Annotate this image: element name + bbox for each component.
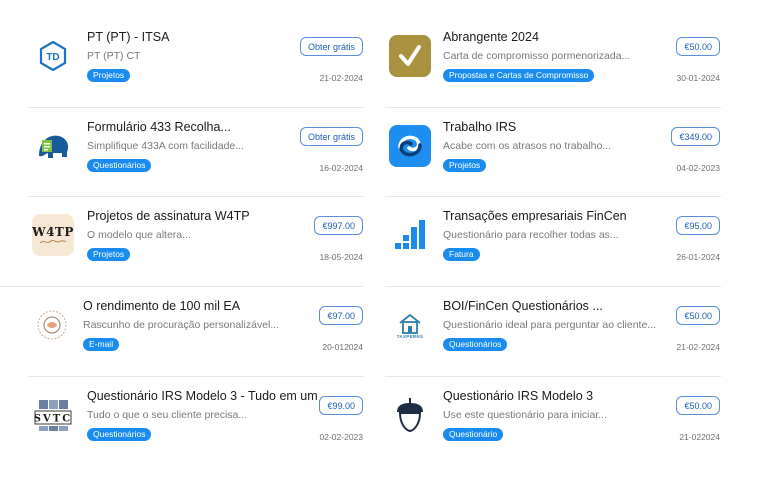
td-hexagon-icon: TD	[32, 35, 74, 77]
template-row: TD PT (PT) - ITSA PT (PT) CT Projetos Ob…	[0, 17, 768, 106]
card-date: 02-02-2023	[319, 432, 363, 442]
card-title: BOI/FinCen Questionários ...	[443, 299, 603, 313]
template-card[interactable]: Questionário IRS Modelo 3 Use este quest…	[385, 376, 721, 465]
template-row: SVTC Questionário IRS Modelo 3 - Tudo em…	[0, 376, 768, 465]
card-title: Formulário 433 Recolha...	[87, 120, 231, 134]
category-tag[interactable]: Projetos	[87, 69, 131, 82]
template-card[interactable]: Abrangente 2024 Carta de compromisso por…	[385, 17, 721, 106]
card-date: 20-012024	[322, 342, 363, 352]
card-description: PT (PT) CT	[87, 50, 141, 62]
price-button[interactable]: €99.00	[319, 396, 363, 415]
card-description: Questionário para recolher todas as...	[443, 229, 619, 241]
checkmark-icon	[389, 35, 431, 77]
price-button[interactable]: €50.00	[676, 37, 720, 56]
template-card[interactable]: TD PT (PT) - ITSA PT (PT) CT Projetos Ob…	[28, 17, 364, 106]
card-date: 04-02-2023	[676, 163, 720, 173]
price-button[interactable]: Obter grátis	[299, 127, 363, 146]
price-button[interactable]: Obter grátis	[299, 37, 363, 56]
card-date: 21-02-2024	[319, 73, 363, 83]
card-date: 21-02-2024	[676, 342, 720, 352]
template-card[interactable]: Formulário 433 Recolha... Simplifique 43…	[28, 107, 364, 196]
card-date: 16-02-2024	[319, 163, 363, 173]
card-title: Abrangente 2024	[443, 30, 539, 44]
card-description: O modelo que altera...	[87, 229, 191, 241]
category-tag[interactable]: Questionários	[87, 159, 152, 172]
house-icon: TAXPERNS	[389, 304, 431, 346]
svtc-logo: SVTC	[32, 394, 74, 436]
card-date: 26-01-2024	[676, 252, 720, 262]
category-tag[interactable]: Propostas e Cartas de Compromisso	[443, 69, 595, 82]
price-button[interactable]: €997.00	[314, 216, 363, 235]
svtc-logo-text: SVTC	[34, 414, 72, 425]
card-title: Transações empresariais FinCen	[443, 209, 627, 223]
card-date: 18-05-2024	[319, 252, 363, 262]
template-card[interactable]: O rendimento de 100 mil EA Rascunho de p…	[28, 286, 364, 375]
house-logo-text: TAXPERNS	[396, 333, 424, 339]
price-button[interactable]: €50.00	[676, 306, 720, 325]
category-tag[interactable]: Projetos	[443, 159, 487, 172]
circle-seal-icon	[31, 304, 73, 346]
swirl-icon	[389, 125, 431, 167]
template-card[interactable]: W4TP Projetos de assinatura W4TP O model…	[28, 196, 364, 285]
bar-chart-icon	[389, 214, 431, 256]
template-card[interactable]: Transações empresariais FinCen Questioná…	[385, 196, 721, 285]
card-title: Questionário IRS Modelo 3 - Tudo em um	[87, 389, 318, 403]
card-date: 30-01-2024	[676, 73, 720, 83]
card-description: Carta de compromisso pormenorizada...	[443, 50, 631, 62]
card-description: Tudo o que o seu cliente precisa...	[87, 409, 248, 421]
card-description: Simplifique 433A com facilidade...	[87, 140, 245, 152]
card-title: Trabalho IRS	[443, 120, 517, 134]
category-tag[interactable]: Fatura	[443, 248, 480, 261]
template-row: Formulário 433 Recolha... Simplifique 43…	[0, 107, 768, 196]
w4tp-logo-text: W4TP	[32, 225, 74, 239]
elephant-icon	[32, 125, 74, 167]
category-tag[interactable]: Projetos	[87, 248, 131, 261]
w4tp-logo: W4TP	[32, 214, 74, 256]
card-title: PT (PT) - ITSA	[87, 30, 170, 44]
card-title: O rendimento de 100 mil EA	[83, 299, 241, 313]
card-description: Questionário ideal para perguntar ao cli…	[443, 319, 657, 331]
price-button[interactable]: €95.00	[676, 216, 720, 235]
price-button[interactable]: €50.00	[676, 396, 720, 415]
acorn-icon	[389, 394, 431, 436]
card-date: 21-022024	[679, 432, 720, 442]
template-card[interactable]: SVTC Questionário IRS Modelo 3 - Tudo em…	[28, 376, 364, 465]
category-tag[interactable]: Questionário	[443, 428, 504, 441]
svg-text:TD: TD	[46, 52, 59, 63]
signature-scribble	[39, 240, 67, 244]
category-tag[interactable]: Questionários	[443, 338, 508, 351]
card-title: Questionário IRS Modelo 3	[443, 389, 594, 403]
card-description: Rascunho de procuração personalizável...	[83, 319, 280, 331]
template-row: O rendimento de 100 mil EA Rascunho de p…	[0, 286, 768, 375]
card-description: Acabe com os atrasos no trabalho...	[443, 140, 612, 152]
category-tag[interactable]: E-mail	[83, 338, 120, 351]
template-card[interactable]: Trabalho IRS Acabe com os atrasos no tra…	[385, 107, 721, 196]
template-row: W4TP Projetos de assinatura W4TP O model…	[0, 196, 768, 285]
card-description: Use este questionário para iniciar...	[443, 409, 608, 421]
category-tag[interactable]: Questionários	[87, 428, 152, 441]
price-button[interactable]: €349.00	[671, 127, 720, 146]
card-title: Projetos de assinatura W4TP	[87, 209, 250, 223]
template-card[interactable]: TAXPERNS BOI/FinCen Questionários ... Qu…	[385, 286, 721, 375]
price-button[interactable]: €97.00	[319, 306, 363, 325]
